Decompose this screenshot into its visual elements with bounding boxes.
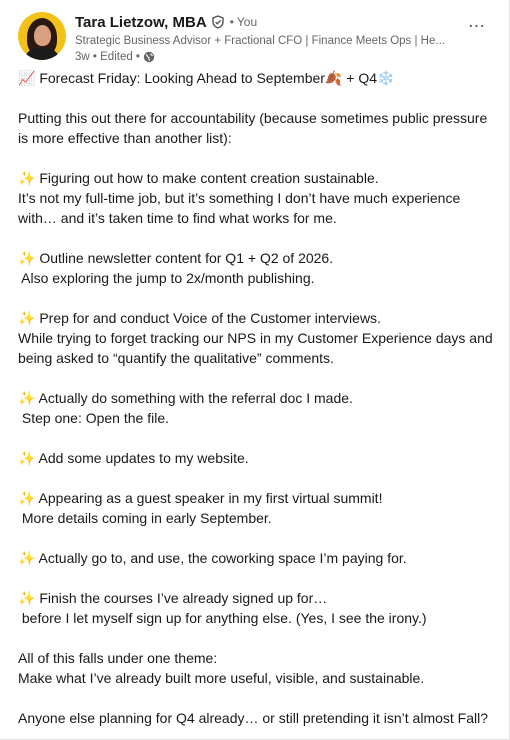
- post-text-line: with… and it’s taken time to find what w…: [18, 210, 337, 226]
- verified-shield-icon: [211, 15, 225, 29]
- post-text-line: being asked to “quantify the qualitative…: [18, 350, 334, 366]
- post-text-line: ✨ Prep for and conduct Voice of the Cust…: [18, 310, 381, 326]
- post-text-line: While trying to forget tracking our NPS …: [18, 330, 493, 346]
- post-text-line: Make what I’ve already built more useful…: [18, 670, 425, 686]
- globe-icon[interactable]: [143, 51, 155, 63]
- separator-dot: •: [132, 51, 140, 63]
- author-name[interactable]: Tara Lietzow, MBA: [75, 14, 207, 31]
- post-text-line: is more effective than another list):: [18, 130, 232, 146]
- post-text-line: ✨ Finish the courses I’ve already signed…: [18, 590, 328, 606]
- post-text-line: Anyone else planning for Q4 already… or …: [18, 710, 489, 726]
- post-text-line: ✨ Actually do something with the referra…: [18, 390, 353, 406]
- post-text-line: More details coming in early September.: [18, 510, 272, 526]
- author-headline: Strategic Business Advisor + Fractional …: [75, 35, 445, 47]
- separator-dot: •: [89, 51, 101, 63]
- author-meta: Tara Lietzow, MBA • You Strategic Busine…: [75, 13, 497, 64]
- post-time-row: 3w • Edited •: [75, 50, 497, 64]
- post-text-line: ✨ Appearing as a guest speaker in my fir…: [18, 490, 383, 506]
- separator-dot: •: [229, 15, 234, 29]
- post-text-line: ✨ Actually go to, and use, the coworking…: [18, 550, 407, 566]
- post-text-line: ✨ Add some updates to my website.: [18, 450, 249, 466]
- more-options-button[interactable]: …: [465, 12, 489, 32]
- post-card: Tara Lietzow, MBA • You Strategic Busine…: [0, 0, 510, 740]
- post-text-line: It’s not my full-time job, but it’s some…: [18, 190, 461, 206]
- post-body: 📈 Forecast Friday: Looking Ahead to Sept…: [18, 68, 498, 728]
- post-text-line: All of this falls under one theme:: [18, 650, 218, 666]
- post-text-line: before I let myself sign up for anything…: [18, 610, 427, 626]
- post-text-line: Step one: Open the file.: [18, 410, 169, 426]
- avatar[interactable]: [18, 12, 66, 60]
- you-label: You: [236, 15, 258, 29]
- post-time: 3w: [75, 51, 90, 63]
- post-text-line: ✨ Outline newsletter content for Q1 + Q2…: [18, 250, 334, 266]
- post-text-line: Putting this out there for accountabilit…: [18, 110, 488, 126]
- post-text-line: Also exploring the jump to 2x/month publ…: [18, 270, 315, 286]
- name-row: Tara Lietzow, MBA • You: [75, 13, 497, 31]
- post-text-line: ✨ Figuring out how to make content creat…: [18, 170, 379, 186]
- edited-label: Edited: [100, 51, 133, 63]
- post-header: Tara Lietzow, MBA • You Strategic Busine…: [18, 12, 497, 64]
- post-text-line: 📈 Forecast Friday: Looking Ahead to Sept…: [18, 70, 395, 86]
